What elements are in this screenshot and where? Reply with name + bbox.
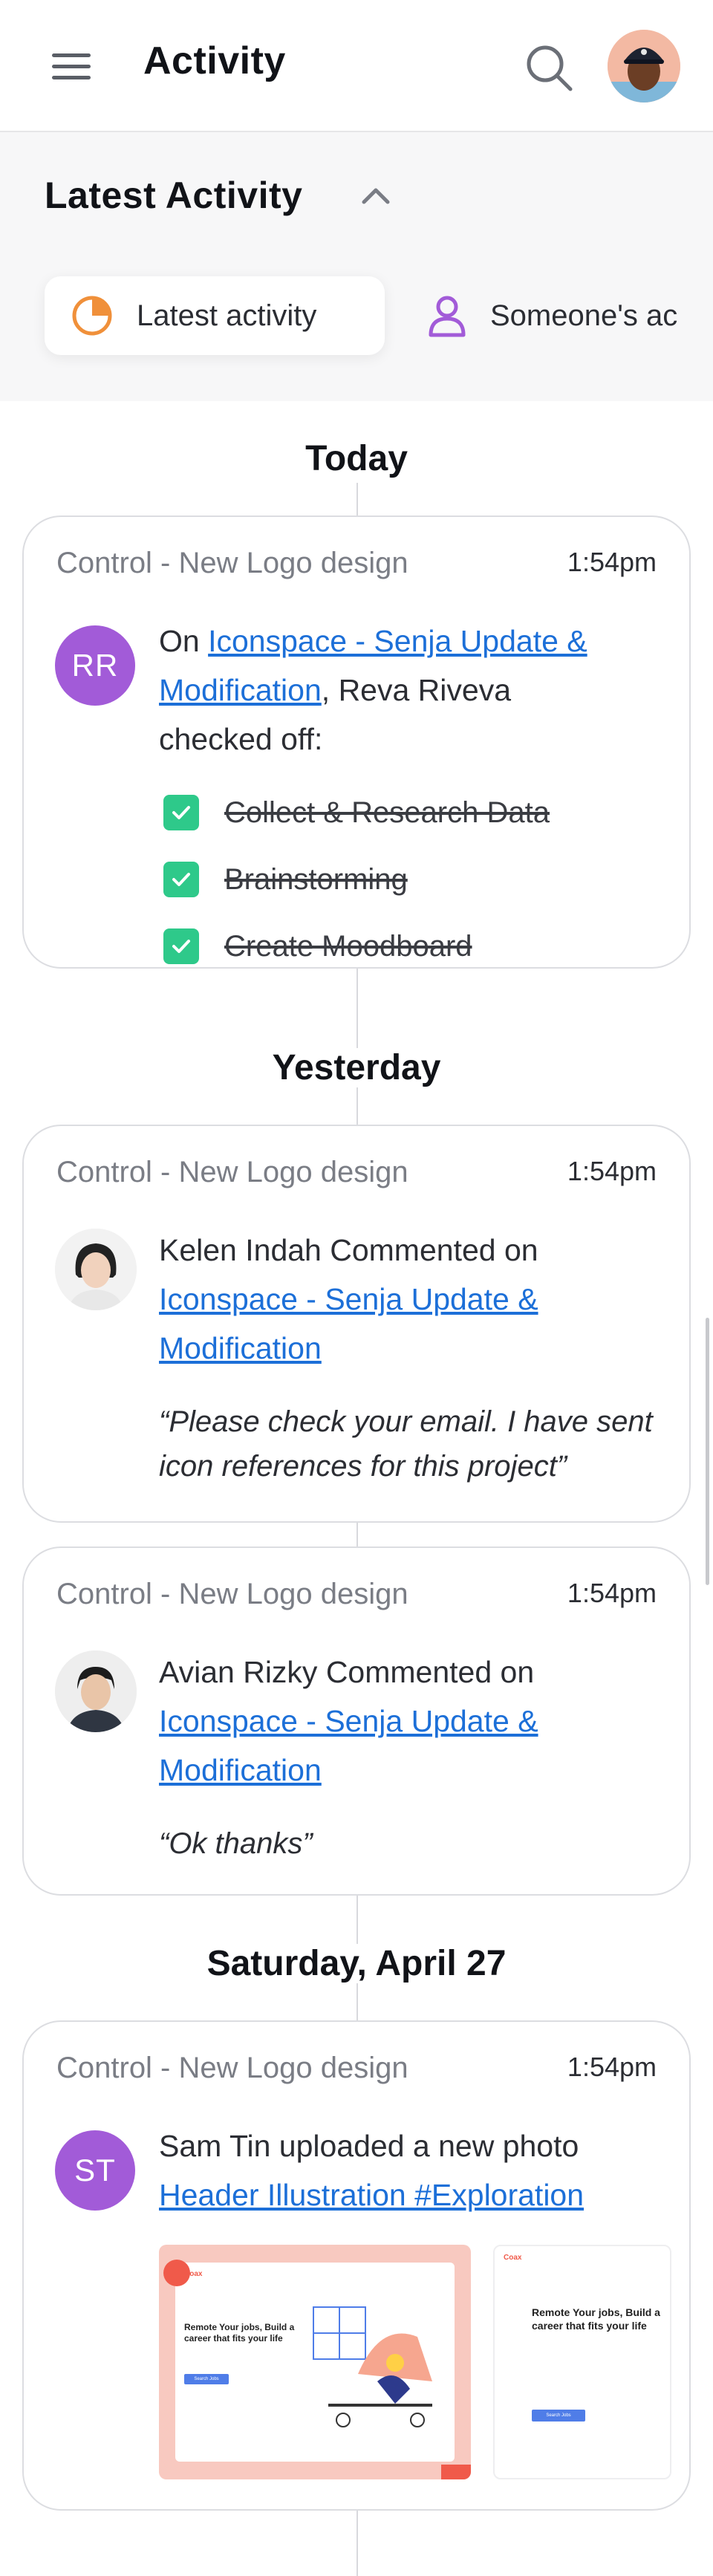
filter-chip-someones-activity[interactable]: Someone's ac <box>416 276 713 355</box>
card-time: 1:54pm <box>567 2052 657 2082</box>
thumbnail-headline: Remote Your jobs, Build a career that fi… <box>184 2322 295 2344</box>
avatar <box>55 1650 137 1732</box>
project-link[interactable]: Iconspace - Senja Update & <box>208 624 587 658</box>
card-project: Control - New Logo design <box>56 2052 408 2084</box>
project-link[interactable]: Modification <box>159 673 322 707</box>
pie-chart-icon <box>72 296 112 336</box>
photo-thumbnail[interactable]: Coax Remote Your jobs, Build a career th… <box>493 2245 671 2479</box>
checklist-label: Create Moodboard <box>224 929 472 963</box>
thumbnail-brand: Coax <box>504 2254 522 2262</box>
checklist-label: Collect & Research Data <box>224 796 550 829</box>
activity-message: Avian Rizky Commented on Iconspace - Sen… <box>159 1655 538 1787</box>
chip-label: Latest activity <box>137 299 317 332</box>
filter-chip-latest-activity[interactable]: Latest activity <box>45 276 385 355</box>
activity-filter-section: Latest Activity Latest activity Someone'… <box>0 132 713 401</box>
day-heading: Yesterday <box>0 1047 713 1088</box>
avatar: ST <box>55 2130 135 2211</box>
photo-link[interactable]: Header Illustration #Exploration <box>159 2178 584 2212</box>
person-icon <box>429 296 466 337</box>
thumbnail-cta: Search Jobs <box>184 2374 229 2384</box>
activity-card: Control - New Logo design 1:54pm ST Sam … <box>22 2020 691 2511</box>
thumbnail-cta: Search Jobs <box>532 2410 585 2421</box>
checkbox-checked[interactable] <box>163 862 199 897</box>
checkbox-checked[interactable] <box>163 795 199 830</box>
project-link[interactable]: Iconspace - Senja Update & <box>159 1282 538 1316</box>
activity-timeline: Today Control - New Logo design 1:54pm R… <box>0 401 713 2576</box>
activity-message: On Iconspace - Senja Update & Modificati… <box>159 624 587 756</box>
activity-message: Sam Tin uploaded a new photo Header Illu… <box>159 2129 585 2212</box>
decor-block <box>441 2465 471 2479</box>
photo-thumbnail[interactable]: Coax Remote Your jobs, Build a career th… <box>159 2245 471 2479</box>
comment-quote: “Ok thanks” <box>159 1827 313 1860</box>
card-project: Control - New Logo design <box>56 1156 408 1188</box>
checkbox-checked[interactable] <box>163 928 199 964</box>
illustration-image <box>313 2306 432 2427</box>
page-title: Activity <box>143 39 286 82</box>
checklist-item: Create Moodboard <box>163 927 472 966</box>
activity-card: Control - New Logo design 1:54pm RR On I… <box>22 515 691 969</box>
avatar: RR <box>55 625 135 706</box>
card-project: Control - New Logo design <box>56 1578 408 1610</box>
top-app-bar: Activity <box>0 0 713 132</box>
checklist-item: Collect & Research Data <box>163 793 550 832</box>
section-title: Latest Activity <box>45 175 303 216</box>
activity-card: Control - New Logo design 1:54pm Avian R… <box>22 1546 691 1896</box>
day-heading: Today <box>0 438 713 479</box>
avatar <box>55 1229 137 1310</box>
activity-card: Control - New Logo design 1:54pm Kelen I… <box>22 1125 691 1523</box>
chevron-up-icon[interactable] <box>359 184 392 206</box>
check-icon <box>172 873 190 886</box>
thumbnail-mockup: Coax Remote Your jobs, Build a career th… <box>175 2263 455 2462</box>
comment-quote: “Please check your email. I have sent ic… <box>159 1405 653 1483</box>
project-link[interactable]: Modification <box>159 1331 322 1365</box>
check-icon <box>172 940 190 953</box>
chip-label: Someone's ac <box>490 299 678 332</box>
scrollbar-thumb[interactable] <box>706 1318 709 1585</box>
card-time: 1:54pm <box>567 1578 657 1608</box>
thumbnail-headline: Remote Your jobs, Build a career that fi… <box>532 2306 660 2332</box>
project-link[interactable]: Iconspace - Senja Update & <box>159 1704 538 1738</box>
hamburger-menu-icon[interactable] <box>52 53 91 80</box>
project-link[interactable]: Modification <box>159 1753 322 1787</box>
check-icon <box>172 806 190 819</box>
checklist-item: Brainstorming <box>163 860 408 899</box>
search-icon[interactable] <box>524 43 573 92</box>
day-heading: Saturday, April 27 <box>0 1943 713 1984</box>
card-time: 1:54pm <box>567 1156 657 1186</box>
card-time: 1:54pm <box>567 547 657 577</box>
activity-message: Kelen Indah Commented on Iconspace - Sen… <box>159 1233 538 1365</box>
card-project: Control - New Logo design <box>56 547 408 579</box>
user-avatar[interactable] <box>608 30 680 103</box>
decor-circle <box>163 2260 190 2286</box>
checklist-label: Brainstorming <box>224 862 408 896</box>
